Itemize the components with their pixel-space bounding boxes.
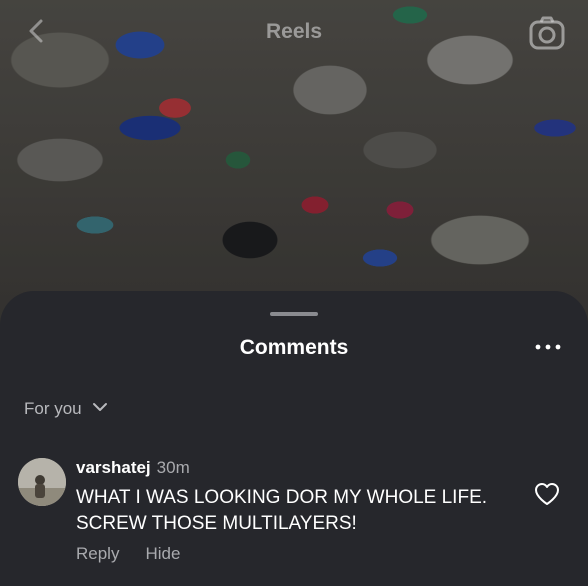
camera-icon[interactable] [528,14,566,52]
more-horizontal-icon [535,344,561,350]
comment-meta: varshatej 30m [76,458,190,478]
avatar[interactable] [18,458,66,506]
page-title: Reels [265,20,323,43]
more-options-button[interactable] [534,339,562,355]
heart-outline-icon[interactable] [534,482,560,506]
hide-button[interactable]: Hide [145,544,180,564]
filter-label: For you [24,399,82,418]
chevron-down-icon [92,400,108,418]
sort-filter-dropdown[interactable]: For you [24,399,108,419]
reply-button[interactable]: Reply [76,544,119,564]
comment-text: WHAT I WAS LOOKING DOR MY WHOLE LIFE. SC… [76,487,488,534]
reels-header: Reels [0,0,588,70]
comment-username[interactable]: varshatej [76,458,151,477]
comment-actions: Reply Hide [76,544,180,564]
comment-item: varshatej 30m WHAT I WAS LOOKING DOR MY W… [18,458,570,578]
sheet-grabber[interactable] [270,312,318,316]
comments-title: Comments [239,336,349,359]
comment-timestamp: 30m [156,458,190,477]
comments-sheet: Comments For you varshatej 30m WHAT I WA… [0,291,588,586]
